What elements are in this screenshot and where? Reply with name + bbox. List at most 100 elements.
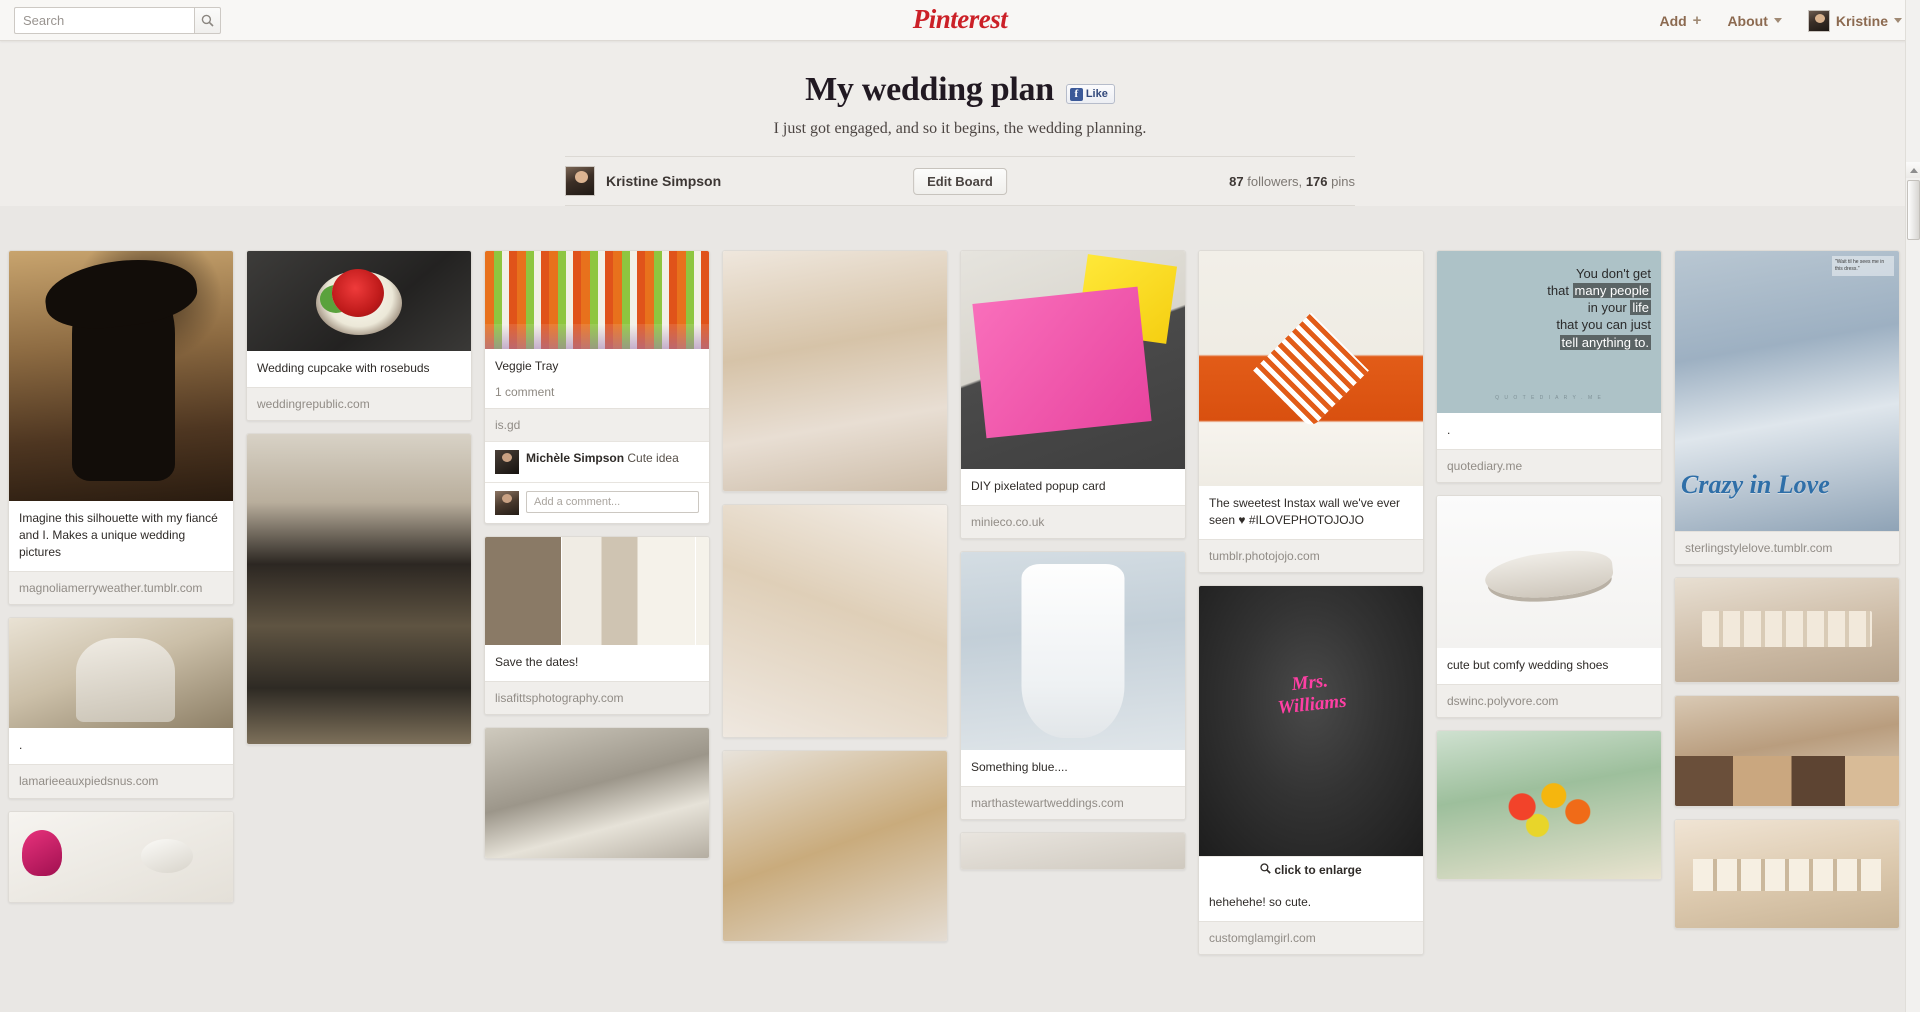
pin-description: DIY pixelated popup card — [971, 479, 1106, 493]
pin-source[interactable]: minieco.co.uk — [961, 505, 1185, 539]
pins-count: 176 — [1305, 173, 1328, 189]
pin-image[interactable] — [961, 833, 1185, 870]
pin-card[interactable] — [1436, 730, 1662, 881]
pin-image[interactable] — [1675, 820, 1899, 929]
pin-card[interactable]: Something blue.... marthastewartweddings… — [960, 551, 1186, 821]
pin-source[interactable]: marthastewartweddings.com — [961, 786, 1185, 820]
search-button[interactable] — [194, 7, 221, 34]
board-stats: 87 followers, 176 pins — [1229, 174, 1355, 189]
nav-user-label: Kristine — [1835, 12, 1888, 29]
pin-image[interactable] — [723, 251, 947, 491]
pin-card[interactable]: click to enlarge hehehehe! so cute. cust… — [1198, 585, 1424, 956]
pin-comment-text: Cute idea — [627, 451, 679, 466]
magnifier-icon — [1260, 863, 1272, 875]
pin-source[interactable]: dswinc.polyvore.com — [1437, 684, 1661, 718]
pin-column: Veggie Tray 1 comment is.gd Michèle Simp… — [484, 250, 710, 860]
nav-about[interactable]: About — [1727, 13, 1782, 29]
board-owner-name: Kristine Simpson — [606, 173, 722, 189]
top-header: Pinterest Add + About Kristine — [0, 0, 1920, 41]
pin-card[interactable] — [1674, 819, 1900, 930]
pin-image[interactable] — [961, 251, 1185, 469]
pin-card[interactable] — [1674, 577, 1900, 684]
pin-card[interactable]: The sweetest Instax wall we've ever seen… — [1198, 250, 1424, 574]
pin-image[interactable] — [961, 552, 1185, 751]
pin-image[interactable] — [485, 537, 709, 646]
nav-user-menu[interactable]: Kristine — [1807, 9, 1902, 32]
board-owner[interactable]: Kristine Simpson — [565, 166, 721, 196]
pin-comment: Michèle Simpson Cute idea — [485, 441, 709, 482]
pin-column — [722, 250, 948, 942]
pin-card[interactable] — [722, 250, 948, 492]
pin-image[interactable]: "Wait til he sees me in this dress." Cra… — [1675, 251, 1899, 531]
pin-image[interactable]: You don't get that many people in your l… — [1437, 251, 1661, 413]
pin-image[interactable] — [9, 811, 233, 902]
pin-card[interactable]: cute but comfy wedding shoes dswinc.poly… — [1436, 495, 1662, 719]
avatar — [565, 166, 595, 196]
pin-description: Save the dates! — [495, 655, 579, 670]
pin-description: . — [1447, 423, 1451, 437]
pin-grid: Imagine this silhouette with my fiancé a… — [8, 250, 1908, 956]
scrollbar-thumb[interactable] — [1907, 180, 1920, 240]
pin-card[interactable]: . lamarieeauxpiedsnus.com — [8, 617, 234, 799]
pin-comment-body: Michèle Simpson Cute idea — [526, 450, 679, 467]
pin-image[interactable] — [1199, 586, 1423, 857]
nav-add[interactable]: Add + — [1659, 13, 1701, 29]
pin-source[interactable]: lamarieeauxpiedsnus.com — [9, 764, 233, 798]
pin-image[interactable] — [247, 251, 471, 351]
pin-image[interactable] — [1675, 696, 1899, 807]
page-title: My wedding plan — [805, 71, 1054, 108]
pin-source[interactable]: tumblr.photojojo.com — [1199, 539, 1423, 573]
pins-label: pins — [1331, 173, 1355, 189]
facebook-icon: f — [1069, 87, 1083, 101]
plus-icon: + — [1692, 12, 1702, 29]
page-scrollbar[interactable] — [1905, 0, 1920, 1012]
pin-card[interactable]: DIY pixelated popup card minieco.co.uk — [960, 250, 1186, 540]
pin-image[interactable] — [1437, 731, 1661, 880]
avatar — [495, 450, 519, 475]
pin-card[interactable]: Imagine this silhouette with my fiancé a… — [8, 250, 234, 606]
pin-card[interactable]: Wedding cupcake with rosebuds weddingrep… — [246, 250, 472, 422]
search-input[interactable] — [14, 7, 194, 34]
pin-image[interactable] — [485, 251, 709, 349]
pin-source[interactable]: sterlingstylelove.tumblr.com — [1675, 531, 1899, 565]
pin-image[interactable] — [9, 251, 233, 501]
pin-source[interactable]: customglamgirl.com — [1199, 921, 1423, 955]
edit-board-button[interactable]: Edit Board — [913, 167, 1007, 195]
pin-card[interactable]: "Wait til he sees me in this dress." Cra… — [1674, 250, 1900, 566]
scroll-up-button[interactable] — [1906, 162, 1920, 178]
pinterest-logo[interactable]: Pinterest — [913, 4, 1008, 35]
pin-card[interactable]: Save the dates! lisafittsphotography.com — [484, 536, 710, 716]
pin-source[interactable]: quotediary.me — [1437, 449, 1661, 483]
magazine-note: "Wait til he sees me in this dress." — [1832, 256, 1894, 276]
pin-column: Imagine this silhouette with my fiancé a… — [8, 250, 234, 903]
pin-card[interactable] — [484, 727, 710, 860]
pin-card[interactable]: Veggie Tray 1 comment is.gd Michèle Simp… — [484, 250, 710, 525]
pin-source[interactable]: magnoliamerryweather.tumblr.com — [9, 571, 233, 605]
pin-card[interactable]: You don't get that many people in your l… — [1436, 250, 1662, 484]
pin-image[interactable] — [247, 434, 471, 745]
pin-image[interactable] — [723, 505, 947, 737]
pin-image[interactable] — [1437, 496, 1661, 649]
search-box[interactable] — [14, 7, 221, 34]
pin-image[interactable] — [723, 751, 947, 941]
enlarge-label: click to enlarge — [1274, 863, 1362, 878]
pin-image[interactable] — [9, 618, 233, 729]
pin-card[interactable] — [1674, 695, 1900, 808]
add-comment-input[interactable] — [526, 491, 699, 514]
pin-image[interactable] — [1675, 578, 1899, 683]
pin-card[interactable] — [246, 433, 472, 746]
pin-card[interactable] — [960, 832, 1186, 871]
magazine-headline: Crazy in Love — [1681, 470, 1830, 500]
facebook-like-button[interactable]: f Like — [1065, 84, 1115, 104]
pin-card[interactable] — [722, 504, 948, 738]
click-to-enlarge-button[interactable]: click to enlarge — [1199, 856, 1423, 885]
pin-image[interactable] — [485, 728, 709, 859]
pin-source[interactable]: lisafittsphotography.com — [485, 681, 709, 715]
pin-card[interactable] — [8, 810, 234, 903]
pin-card[interactable] — [722, 750, 948, 942]
pin-image[interactable] — [1199, 251, 1423, 486]
pin-source[interactable]: is.gd — [485, 408, 709, 442]
pin-description: Wedding cupcake with rosebuds — [257, 361, 430, 375]
pin-comment-author[interactable]: Michèle Simpson — [526, 451, 624, 465]
pin-source[interactable]: weddingrepublic.com — [247, 387, 471, 421]
